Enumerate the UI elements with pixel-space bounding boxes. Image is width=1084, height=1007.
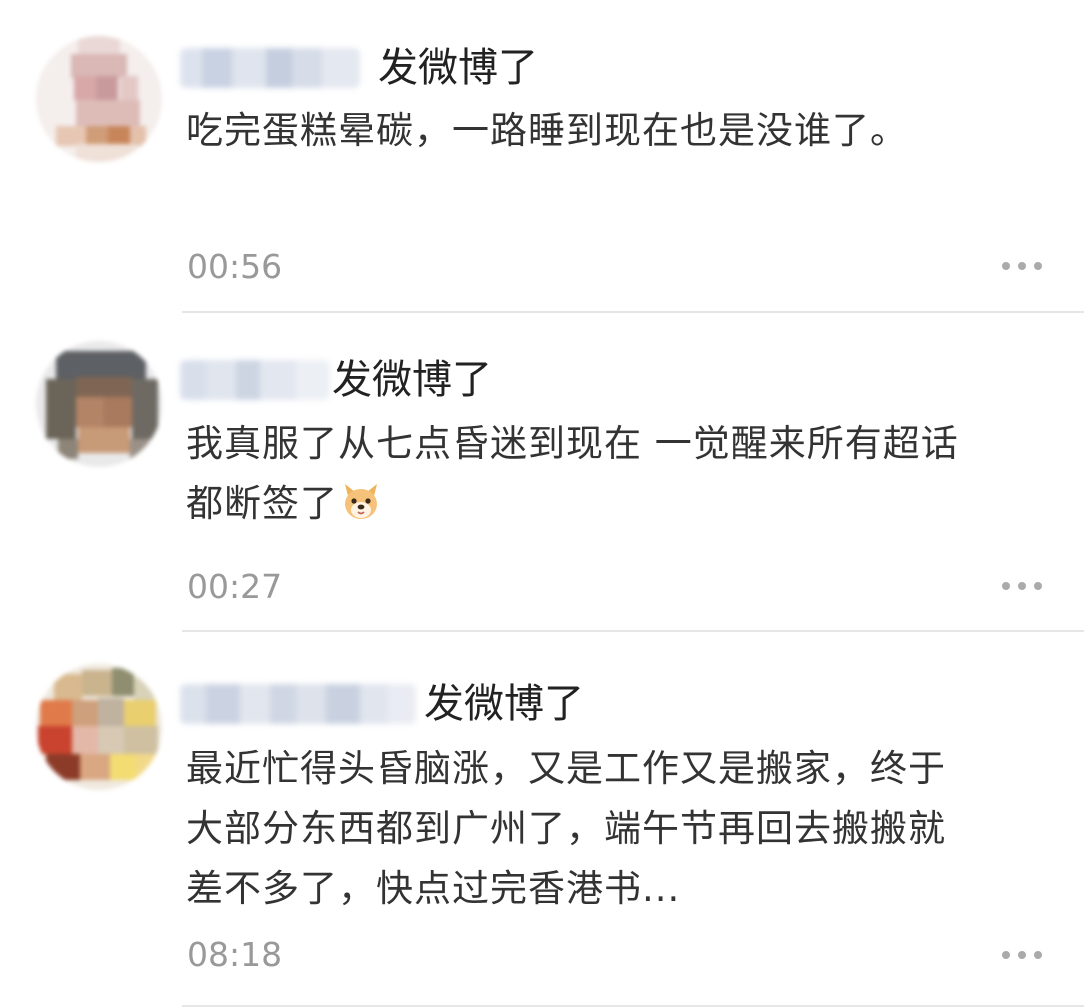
post-text-content: 吃完蛋糕晕碳，一路睡到现在也是没谁了。 <box>186 109 908 152</box>
feed-item[interactable]: 发微博了 吃完蛋糕晕碳，一路睡到现在也是没谁了。 00:56 <box>0 0 1084 313</box>
post-text[interactable]: 我真服了从七点昏迷到现在 一觉醒来所有超话都断签了 <box>186 414 966 534</box>
avatar[interactable] <box>36 36 162 162</box>
avatar[interactable] <box>36 664 162 790</box>
feed-item[interactable]: 发微博了 最近忙得头昏脑涨，又是工作又是搬家，终于大部分东西都到广州了，端午节再… <box>0 632 1084 1007</box>
more-horizontal-icon[interactable] <box>1000 576 1044 596</box>
dog-face-emoji <box>340 480 382 522</box>
post-text[interactable]: 吃完蛋糕晕碳，一路睡到现在也是没谁了。 <box>186 101 976 161</box>
avatar[interactable] <box>36 341 162 467</box>
username-redacted[interactable] <box>180 360 330 400</box>
post-action-label: 发微博了 <box>332 357 492 403</box>
post-action-label: 发微博了 <box>378 45 538 91</box>
feed-list: 发微博了 吃完蛋糕晕碳，一路睡到现在也是没谁了。 00:56 发微博了 我真服了… <box>0 0 1084 1007</box>
username-redacted[interactable] <box>180 48 360 88</box>
feed-item[interactable]: 发微博了 我真服了从七点昏迷到现在 一觉醒来所有超话都断签了 00:27 <box>0 313 1084 632</box>
more-horizontal-icon[interactable] <box>1000 256 1044 276</box>
post-text-content: 我真服了从七点昏迷到现在 一觉醒来所有超话都断签了 <box>186 422 959 525</box>
username-redacted[interactable] <box>180 684 416 724</box>
post-text-content: 最近忙得头昏脑涨，又是工作又是搬家，终于大部分东西都到广州了，端午节再回去搬搬就… <box>186 747 946 910</box>
post-text[interactable]: 最近忙得头昏脑涨，又是工作又是搬家，终于大部分东西都到广州了，端午节再回去搬搬就… <box>186 739 956 919</box>
post-time: 00:56 <box>187 247 283 286</box>
post-action-label: 发微博了 <box>424 681 584 727</box>
post-time: 08:18 <box>187 935 283 974</box>
more-horizontal-icon[interactable] <box>1000 945 1044 965</box>
post-time: 00:27 <box>187 567 283 606</box>
